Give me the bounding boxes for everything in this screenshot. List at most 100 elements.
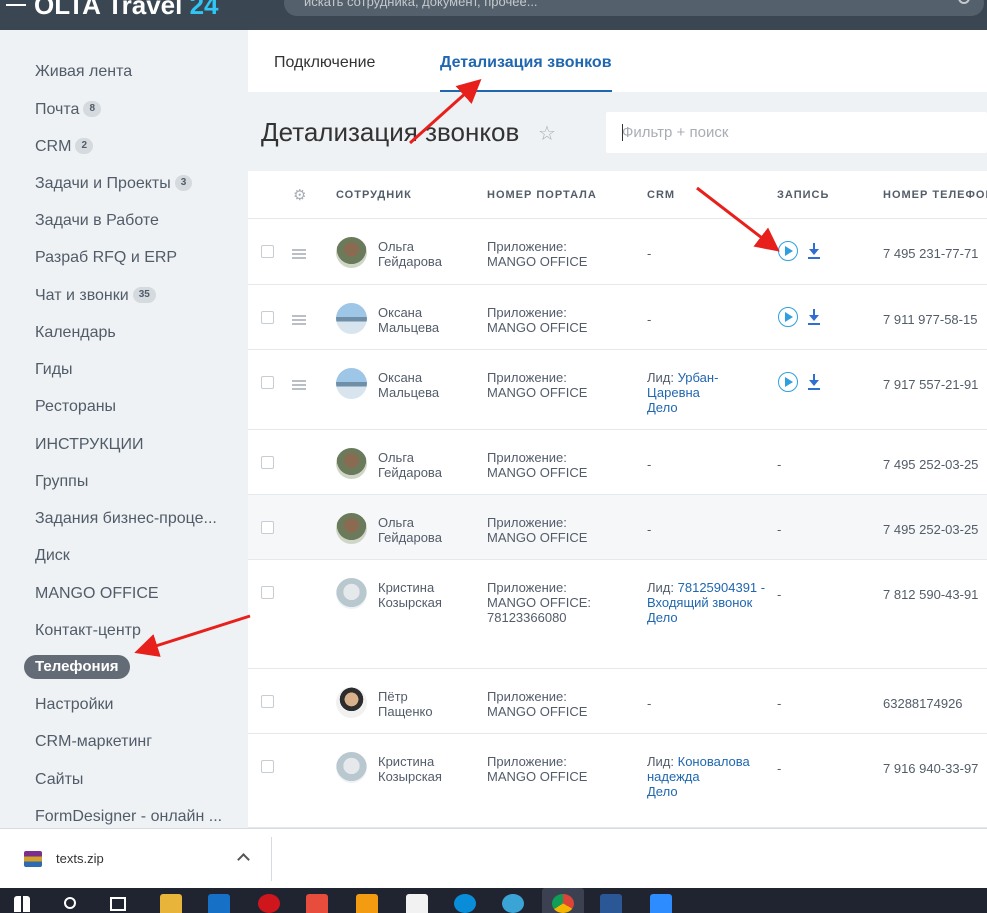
- sidebar-item[interactable]: Чат и звонки 35: [35, 284, 156, 308]
- file-explorer-icon[interactable]: [160, 894, 182, 913]
- portal-number: Приложение: MANGO OFFICE: [487, 689, 637, 719]
- portal-line: Приложение:: [487, 450, 567, 465]
- yandex-icon[interactable]: [306, 894, 328, 913]
- download-icon[interactable]: [808, 309, 820, 325]
- crm-deal-link[interactable]: Дело: [647, 784, 767, 799]
- sidebar-item[interactable]: Рестораны: [35, 395, 116, 419]
- portal-logo[interactable]: OLTA Travel 24: [6, 0, 219, 21]
- sidebar-item-label: Задания бизнес-проце...: [35, 510, 217, 527]
- sidebar-item[interactable]: Календарь: [35, 321, 116, 345]
- row-menu-icon[interactable]: [292, 315, 306, 325]
- employee-name-line: Оксана: [378, 305, 423, 320]
- gear-icon[interactable]: ⚙: [293, 186, 306, 204]
- row-checkbox[interactable]: [261, 245, 274, 258]
- employee-name[interactable]: Оксана Мальцева: [378, 305, 478, 335]
- row-menu-icon[interactable]: [292, 249, 306, 259]
- search-icon[interactable]: [64, 897, 76, 909]
- outlook-icon[interactable]: [208, 894, 230, 913]
- sidebar-item[interactable]: Телефония: [24, 655, 130, 679]
- sidebar-item[interactable]: ИНСТРУКЦИИ: [35, 433, 144, 457]
- menu-icon[interactable]: [6, 4, 26, 7]
- download-icon[interactable]: [808, 243, 820, 259]
- column-portal-number[interactable]: НОМЕР ПОРТАЛА: [487, 189, 597, 201]
- sidebar-item[interactable]: CRM 2: [35, 135, 93, 159]
- sidebar-item[interactable]: Живая лента: [35, 60, 132, 84]
- word-icon[interactable]: [600, 894, 622, 913]
- sidebar-item[interactable]: CRM-маркетинг: [35, 730, 152, 754]
- sidebar-item[interactable]: FormDesigner - онлайн ...: [35, 805, 222, 829]
- sidebar-item-label: CRM: [35, 138, 72, 155]
- grid-header: ⚙ СОТРУДНИК НОМЕР ПОРТАЛА CRM ЗАПИСЬ НОМ…: [248, 171, 987, 219]
- play-icon[interactable]: [778, 307, 798, 327]
- zoom-icon[interactable]: [650, 894, 672, 913]
- search-icon[interactable]: [958, 0, 970, 4]
- global-search-input[interactable]: искать сотрудника, документ, прочее...: [284, 0, 984, 16]
- column-phone-number[interactable]: НОМЕР ТЕЛЕФОНА: [883, 189, 987, 201]
- employee-name[interactable]: Ольга Гейдарова: [378, 239, 478, 269]
- row-menu-icon[interactable]: [292, 380, 306, 390]
- employee-name[interactable]: Ольга Гейдарова: [378, 450, 478, 480]
- row-checkbox[interactable]: [261, 456, 274, 469]
- employee-name[interactable]: Ольга Гейдарова: [378, 515, 478, 545]
- sidebar-item[interactable]: Настройки: [35, 693, 113, 717]
- download-file-name[interactable]: texts.zip: [56, 851, 104, 866]
- sidebar-item[interactable]: Гиды: [35, 358, 73, 382]
- bitrix24-icon[interactable]: [502, 894, 524, 913]
- sidebar-item[interactable]: Группы: [35, 470, 88, 494]
- column-record[interactable]: ЗАПИСЬ: [777, 189, 829, 201]
- sidebar-item[interactable]: MANGO OFFICE: [35, 582, 159, 606]
- task-view-icon[interactable]: [110, 897, 126, 911]
- download-icon[interactable]: [808, 374, 820, 390]
- filter-search-input[interactable]: Фильтр + поиск: [606, 112, 987, 153]
- employee-name[interactable]: Оксана Мальцева: [378, 370, 478, 400]
- table-row[interactable]: Кристина Козырская Приложение: MANGO OFFICE…: [248, 560, 987, 669]
- windows-start-icon[interactable]: [14, 896, 30, 912]
- row-checkbox[interactable]: [261, 311, 274, 324]
- crm-deal-link[interactable]: Дело: [647, 610, 767, 625]
- table-row[interactable]: Ольга Гейдарова Приложение: MANGO OFFICE -7 …: [248, 219, 987, 285]
- sidebar-item[interactable]: Сайты: [35, 768, 83, 792]
- table-row[interactable]: Оксана Мальцева Приложение: MANGO OFFICE Лид…: [248, 350, 987, 430]
- sidebar-item[interactable]: Диск: [35, 544, 70, 568]
- sidebar-item[interactable]: Задачи и Проекты 3: [35, 172, 193, 196]
- phone-number: 63288174926: [883, 696, 963, 711]
- column-crm[interactable]: CRM: [647, 189, 675, 201]
- sidebar-item[interactable]: Задания бизнес-проце...: [35, 507, 217, 531]
- table-row[interactable]: Ольга Гейдарова Приложение: MANGO OFFICE - -7…: [248, 430, 987, 495]
- row-checkbox[interactable]: [261, 376, 274, 389]
- tab-call-details[interactable]: Детализация звонков: [440, 54, 612, 72]
- phone-number: 7 911 977-58-15: [883, 312, 978, 327]
- sidebar-item[interactable]: Разраб RFQ и ERP: [35, 246, 177, 270]
- row-checkbox[interactable]: [261, 586, 274, 599]
- table-row[interactable]: Пётр Пащенко Приложение: MANGO OFFICE - -6328…: [248, 669, 987, 734]
- play-icon[interactable]: [778, 241, 798, 261]
- opera-icon[interactable]: [258, 894, 280, 913]
- table-row[interactable]: Ольга Гейдарова Приложение: MANGO OFFICE - -7…: [248, 495, 987, 560]
- table-row[interactable]: Оксана Мальцева Приложение: MANGO OFFICE -7 …: [248, 285, 987, 350]
- chrome-icon[interactable]: [552, 894, 574, 913]
- play-icon[interactable]: [778, 372, 798, 392]
- sidebar-item[interactable]: Задачи в Работе: [35, 209, 159, 233]
- employee-name[interactable]: Кристина Козырская: [378, 580, 478, 610]
- sidebar-item[interactable]: Контакт-центр: [35, 619, 141, 643]
- sidebar-item[interactable]: Почта 8: [35, 98, 101, 122]
- sidebar-item-label: Настройки: [35, 696, 114, 713]
- avatar: [336, 513, 367, 544]
- sidebar-item-label: Сайты: [35, 771, 84, 788]
- chevron-up-icon[interactable]: [237, 853, 250, 866]
- crm-cell: -: [647, 246, 767, 261]
- employee-name[interactable]: Кристина Козырская: [378, 754, 478, 784]
- crm-deal-link[interactable]: Дело: [647, 400, 767, 415]
- portal-number: Приложение: MANGO OFFICE: [487, 515, 637, 545]
- star-icon[interactable]: ☆: [538, 121, 556, 146]
- column-employee[interactable]: СОТРУДНИК: [336, 189, 412, 201]
- row-checkbox[interactable]: [261, 760, 274, 773]
- table-row[interactable]: Кристина Козырская Приложение: MANGO OFFICE…: [248, 734, 987, 828]
- tab-connection[interactable]: Подключение: [274, 54, 375, 72]
- document-icon[interactable]: [406, 894, 428, 913]
- employee-name[interactable]: Пётр Пащенко: [378, 689, 478, 719]
- row-checkbox[interactable]: [261, 521, 274, 534]
- skype-icon[interactable]: [454, 894, 476, 913]
- vlc-icon[interactable]: [356, 894, 378, 913]
- row-checkbox[interactable]: [261, 695, 274, 708]
